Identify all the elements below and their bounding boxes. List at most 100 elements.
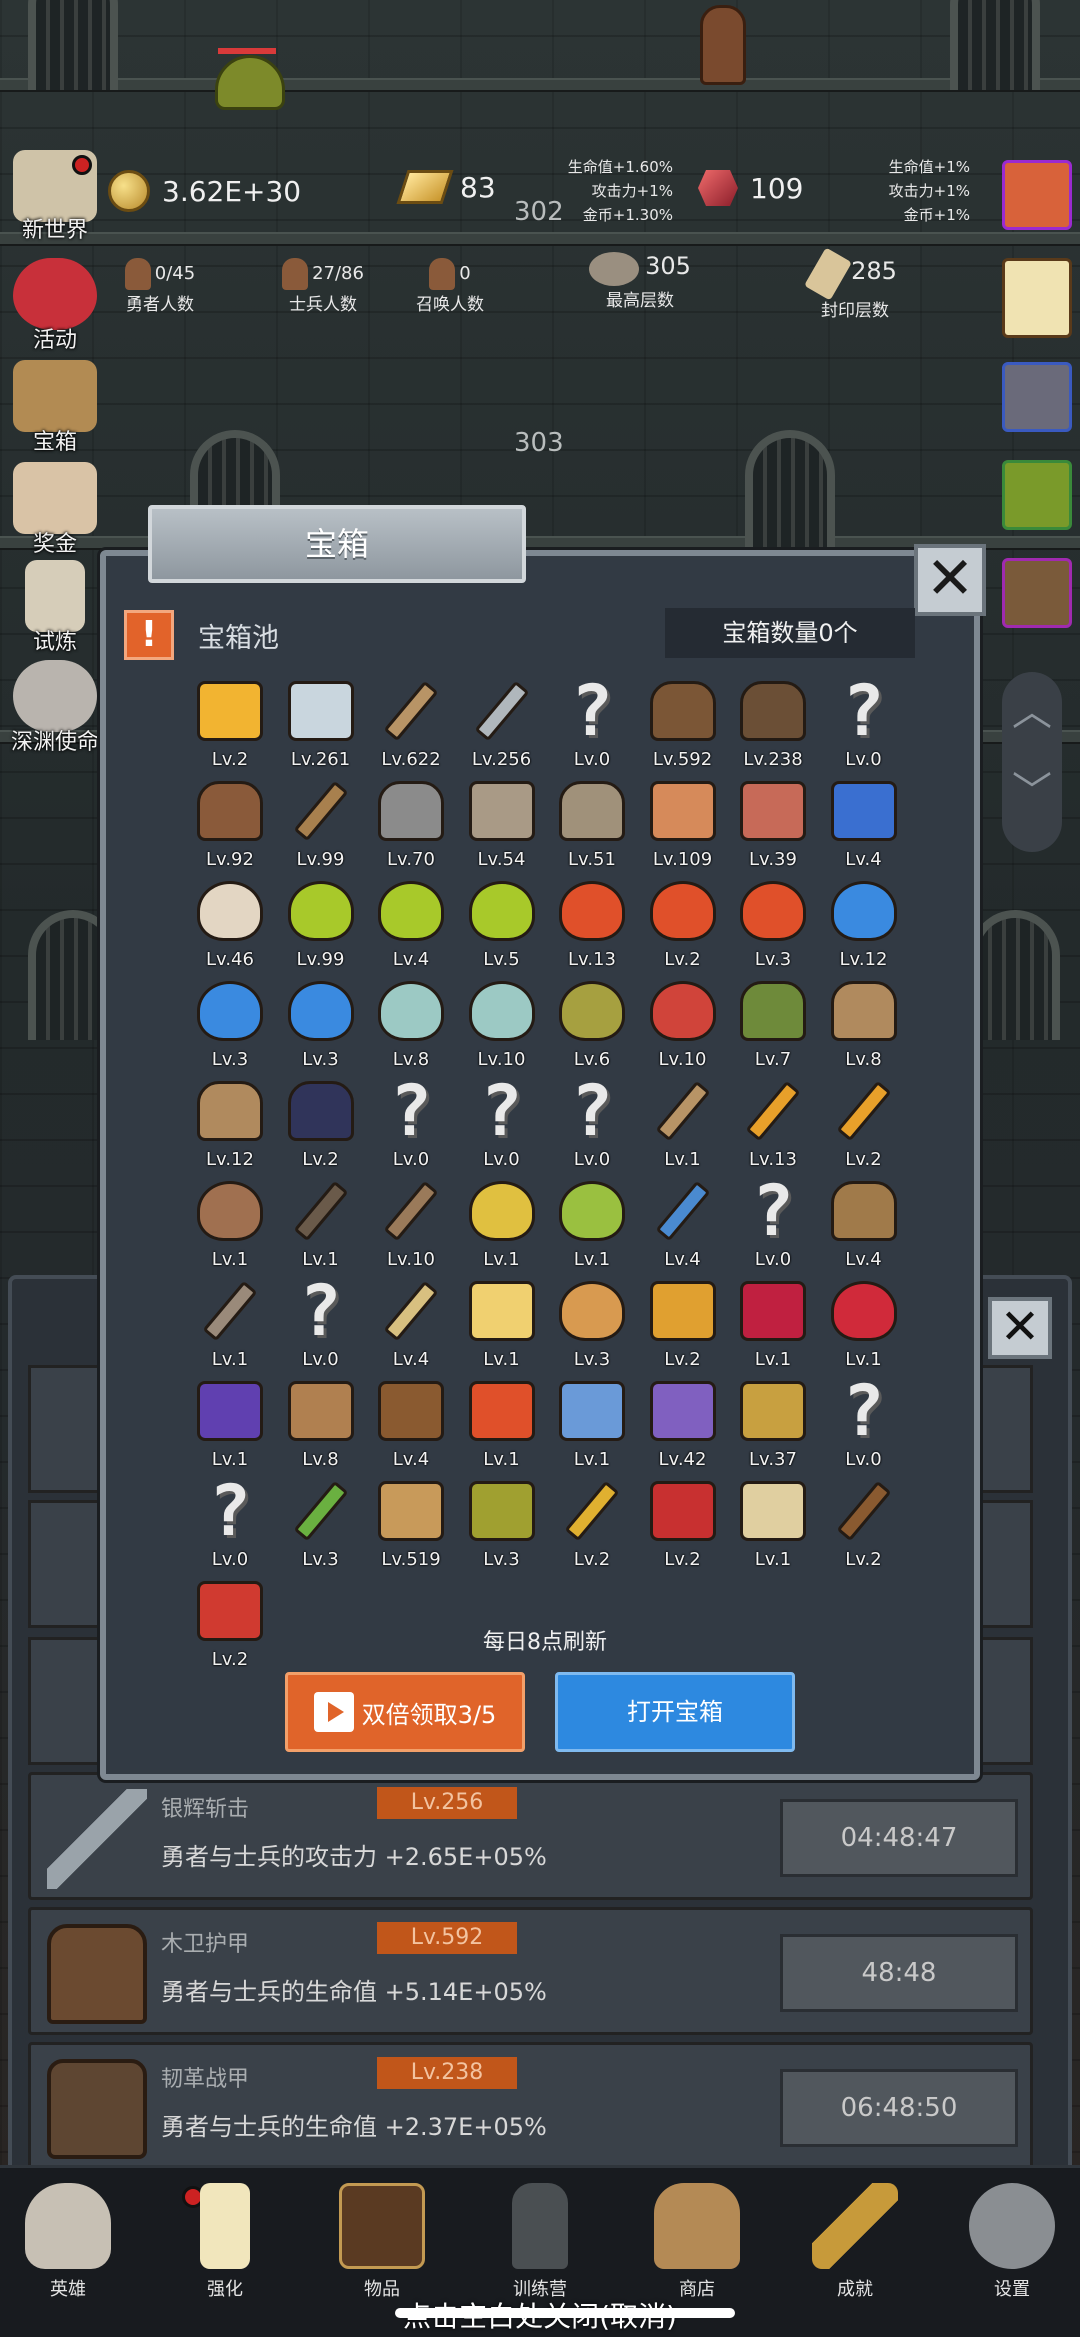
chest-item[interactable]: Lv.12 [185, 1075, 275, 1175]
chest-item[interactable]: Lv.2 [819, 1075, 909, 1175]
menu-activity[interactable]: 活动 [0, 258, 110, 354]
nav-heroes[interactable]: 英雄 [8, 2183, 128, 2301]
chest-item[interactable]: Lv.4 [366, 1275, 456, 1375]
list-close-button[interactable]: ✕ [988, 1297, 1052, 1359]
chest-item[interactable]: Lv.42 [638, 1375, 728, 1475]
chest-item[interactable]: Lv.238 [728, 675, 818, 775]
chest-item[interactable]: Lv.1 [819, 1275, 909, 1375]
chest-item[interactable]: Lv.46 [185, 875, 275, 975]
hero-character[interactable] [700, 5, 746, 85]
chest-item[interactable]: Lv.10 [457, 975, 547, 1075]
chest-item[interactable]: Lv.1 [185, 1175, 275, 1275]
chest-item[interactable]: Lv.99 [276, 775, 366, 875]
chest-item[interactable]: Lv.54 [457, 775, 547, 875]
nav-training[interactable]: 训练营 [480, 2183, 600, 2301]
chest-item[interactable]: Lv.8 [366, 975, 456, 1075]
list-item[interactable]: 银辉斩击 Lv.256 勇者与士兵的攻击力 +2.65E+05% 04:48:4… [28, 1772, 1033, 1900]
chest-item[interactable]: Lv.4 [638, 1175, 728, 1275]
home-indicator[interactable] [395, 2308, 735, 2318]
chest-item[interactable]: ? Lv.0 [819, 1375, 909, 1475]
chest-item[interactable]: Lv.2 [638, 1275, 728, 1375]
nav-enhance[interactable]: 强化 [165, 2183, 285, 2301]
hero-buff-icon[interactable] [1002, 558, 1072, 628]
menu-chest[interactable]: 宝箱 [0, 360, 110, 456]
chest-item[interactable]: Lv.8 [819, 975, 909, 1075]
chest-item[interactable]: Lv.37 [728, 1375, 818, 1475]
scroll-up-icon[interactable]: ︿ ﹀ [1002, 672, 1062, 852]
candle-buff-icon[interactable] [1002, 258, 1072, 338]
chest-item[interactable]: Lv.261 [276, 675, 366, 775]
chest-item[interactable]: Lv.13 [547, 875, 637, 975]
chest-item[interactable]: Lv.1 [638, 1075, 728, 1175]
chest-item[interactable]: ? Lv.0 [728, 1175, 818, 1275]
menu-trial[interactable]: 试炼 [0, 560, 110, 656]
chest-item[interactable]: Lv.2 [185, 675, 275, 775]
chest-item[interactable]: ? Lv.0 [276, 1275, 366, 1375]
list-item[interactable]: 木卫护甲 Lv.592 勇者与士兵的生命值 +5.14E+05% 48:48 [28, 1907, 1033, 2035]
open-chest-button[interactable]: 打开宝箱 [555, 1672, 795, 1752]
chest-item[interactable]: ? Lv.0 [819, 675, 909, 775]
chest-item[interactable]: Lv.1 [547, 1375, 637, 1475]
chest-item[interactable]: Lv.3 [728, 875, 818, 975]
chest-item[interactable]: Lv.51 [547, 775, 637, 875]
chest-item[interactable]: Lv.1 [728, 1275, 818, 1375]
chest-item[interactable]: Lv.1 [728, 1475, 818, 1575]
chest-item[interactable]: Lv.5 [457, 875, 547, 975]
chest-item[interactable]: ? Lv.0 [457, 1075, 547, 1175]
chest-item[interactable]: Lv.8 [276, 1375, 366, 1475]
chest-item[interactable]: Lv.4 [366, 1375, 456, 1475]
chest-item[interactable]: Lv.592 [638, 675, 728, 775]
menu-new-world[interactable]: 新世界 [0, 150, 110, 244]
chest-item[interactable]: Lv.3 [276, 975, 366, 1075]
chest-item[interactable]: Lv.1 [547, 1175, 637, 1275]
menu-bonus[interactable]: 奖金 [0, 462, 110, 558]
nav-shop[interactable]: 商店 [637, 2183, 757, 2301]
chest-item[interactable]: Lv.3 [547, 1275, 637, 1375]
chest-item[interactable]: Lv.92 [185, 775, 275, 875]
slime-buff-icon[interactable] [1002, 460, 1072, 530]
chest-item[interactable]: Lv.1 [457, 1275, 547, 1375]
chest-item[interactable]: Lv.2 [638, 875, 728, 975]
chest-item[interactable]: Lv.12 [819, 875, 909, 975]
nav-items[interactable]: 物品 [322, 2183, 442, 2301]
chest-item[interactable]: Lv.109 [638, 775, 728, 875]
chest-item[interactable]: Lv.10 [638, 975, 728, 1075]
chest-item[interactable]: Lv.13 [728, 1075, 818, 1175]
timer-button[interactable]: 06:48:50 [780, 2069, 1018, 2147]
chest-item[interactable]: Lv.1 [185, 1275, 275, 1375]
chest-item[interactable]: Lv.256 [457, 675, 547, 775]
menu-abyss[interactable]: 深渊使命 [0, 660, 110, 756]
chest-item[interactable]: Lv.1 [457, 1175, 547, 1275]
helmet-buff-icon[interactable] [1002, 362, 1072, 432]
chest-item[interactable]: ? Lv.0 [547, 1075, 637, 1175]
chest-item[interactable]: Lv.519 [366, 1475, 456, 1575]
double-claim-button[interactable]: 双倍领取3/5 [285, 1672, 525, 1752]
chest-item[interactable]: ? Lv.0 [366, 1075, 456, 1175]
chest-item[interactable]: Lv.2 [638, 1475, 728, 1575]
chest-item[interactable]: Lv.4 [819, 775, 909, 875]
chest-item[interactable]: Lv.4 [819, 1175, 909, 1275]
close-button[interactable]: ✕ [914, 544, 986, 616]
chest-item[interactable]: Lv.70 [366, 775, 456, 875]
chest-item[interactable]: ? Lv.0 [547, 675, 637, 775]
timer-button[interactable]: 48:48 [780, 1934, 1018, 2012]
chest-item[interactable]: Lv.4 [366, 875, 456, 975]
chest-item[interactable]: ? Lv.0 [185, 1475, 275, 1575]
chest-item[interactable]: Lv.2 [819, 1475, 909, 1575]
chest-item[interactable]: Lv.2 [547, 1475, 637, 1575]
chest-item[interactable]: Lv.3 [185, 975, 275, 1075]
chest-item[interactable]: Lv.39 [728, 775, 818, 875]
chest-item[interactable]: Lv.6 [547, 975, 637, 1075]
chest-item[interactable]: Lv.3 [457, 1475, 547, 1575]
nav-settings[interactable]: 设置 [952, 2183, 1072, 2301]
chest-item[interactable]: Lv.7 [728, 975, 818, 1075]
chest-item[interactable]: Lv.99 [276, 875, 366, 975]
chest-item[interactable]: Lv.3 [276, 1475, 366, 1575]
chest-item[interactable]: Lv.2 [276, 1075, 366, 1175]
chest-item[interactable]: Lv.1 [276, 1175, 366, 1275]
apple-buff-icon[interactable] [1002, 160, 1072, 230]
nav-achievements[interactable]: 成就 [795, 2183, 915, 2301]
chest-item[interactable]: Lv.10 [366, 1175, 456, 1275]
chest-item[interactable]: Lv.622 [366, 675, 456, 775]
chest-item[interactable]: Lv.1 [185, 1375, 275, 1475]
